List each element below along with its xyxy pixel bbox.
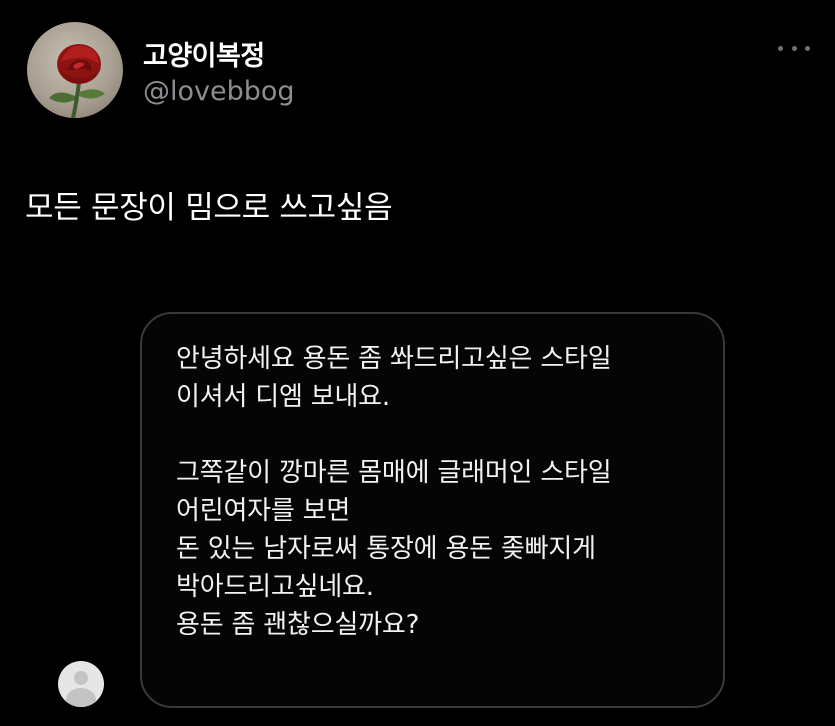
dot <box>791 45 797 51</box>
dm-line: 안녕하세요 용돈 좀 쏴드리고싶은 스타일 <box>176 344 612 374</box>
dm-line: 그쪽같이 깡마른 몸매에 글래머인 스타일 <box>176 458 612 488</box>
dm-message-text: 안녕하세요 용돈 좀 쏴드리고싶은 스타일 이셔서 디엠 보내요. 그쪽같이 깡… <box>176 340 703 644</box>
tweet-header: 고양이복정 @lovebbog <box>25 16 820 126</box>
dot <box>778 45 783 51</box>
dm-line: 박아드리고싶네요. <box>176 572 374 602</box>
dm-line: 이셔서 디엠 보내요. <box>176 382 390 412</box>
more-options-icon[interactable] <box>778 42 810 54</box>
avatar-head-shape <box>74 671 88 685</box>
default-avatar-icon[interactable] <box>58 661 104 707</box>
tweet-text: 모든 문장이 밈으로 쓰고싶음 <box>25 190 393 226</box>
dm-message-bubble: 안녕하세요 용돈 좀 쏴드리고싶은 스타일 이셔서 디엠 보내요. 그쪽같이 깡… <box>140 312 725 708</box>
dm-line: 용돈 좀 괜찮으실까요? <box>176 610 420 640</box>
dm-line-break <box>176 416 703 454</box>
display-name[interactable]: 고양이복정 <box>143 34 265 73</box>
avatar-body-shape <box>66 688 96 707</box>
user-handle[interactable]: @lovebbog <box>143 76 295 107</box>
dm-line: 어린여자를 보면 <box>176 496 351 526</box>
rose-avatar-icon[interactable] <box>27 22 123 118</box>
dm-line: 돈 있는 남자로써 통장에 용돈 좆빠지게 <box>176 534 596 564</box>
dot <box>805 45 810 51</box>
